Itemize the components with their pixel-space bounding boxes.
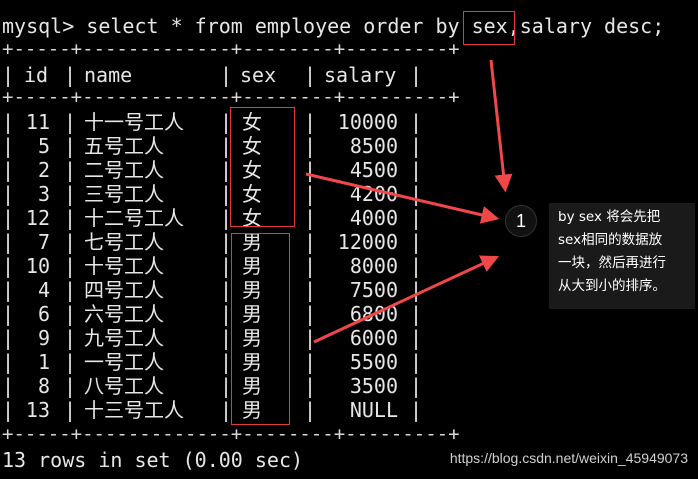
- note-line: 一块，然后再进行: [558, 255, 666, 271]
- arrow-from-keyword: [489, 59, 513, 193]
- annotation-note: by sex 将会先把 sex相同的数据放 一块，然后再进行 从大到小的排序。: [549, 203, 695, 309]
- watermark-url: https://blog.csdn.net/weixin_45949073: [449, 450, 688, 466]
- annotation-badge: 1: [505, 205, 537, 237]
- note-line: sex相同的数据放: [558, 232, 663, 248]
- note-line: 从大到小的排序。: [558, 278, 666, 294]
- arrow-from-male-group: [313, 255, 500, 344]
- note-line: by sex 将会先把: [558, 209, 661, 225]
- arrow-from-female-group: [305, 172, 500, 224]
